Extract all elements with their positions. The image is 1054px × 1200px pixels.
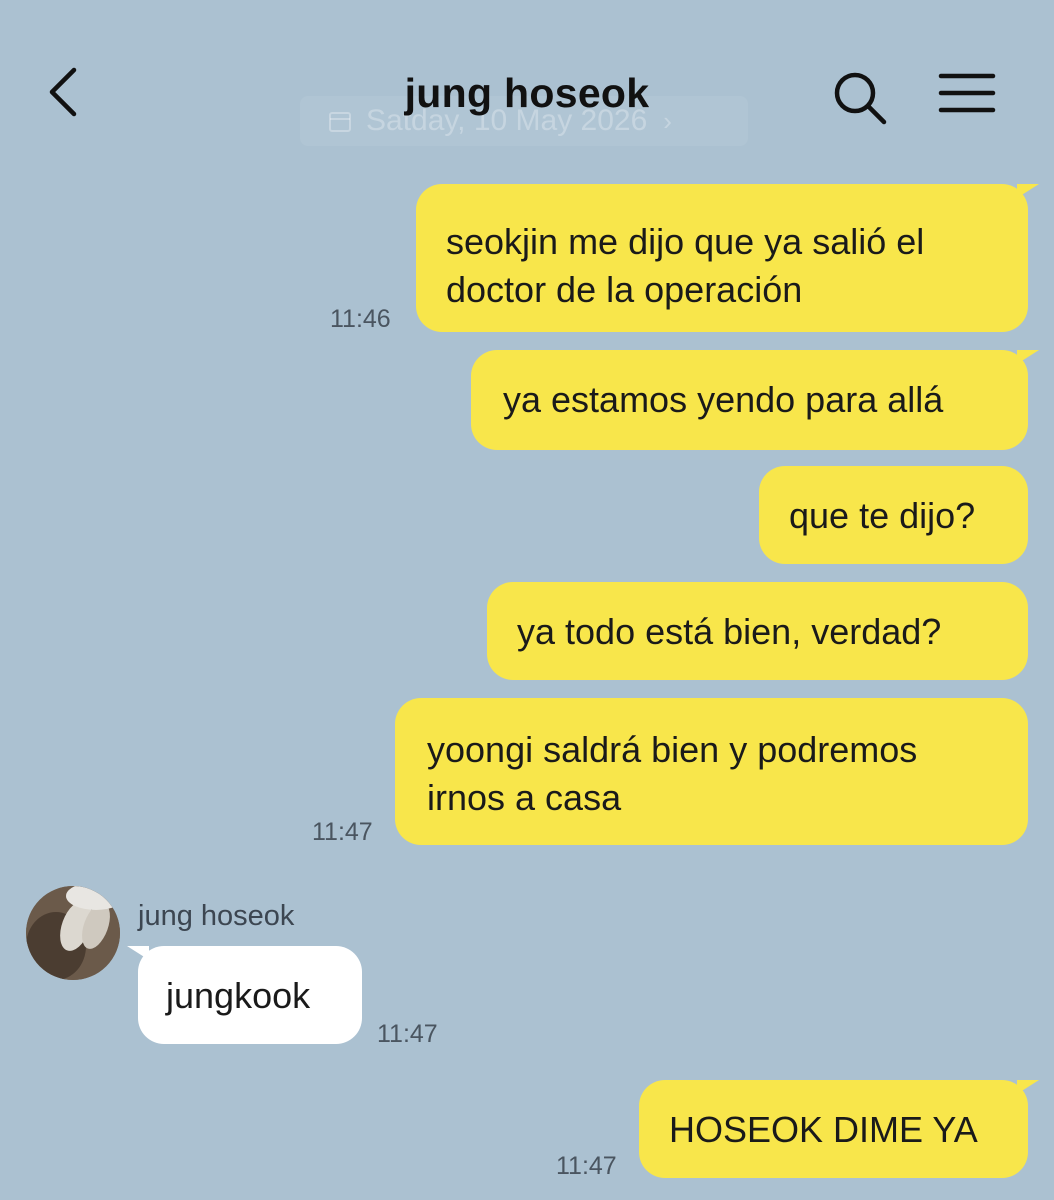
search-icon xyxy=(834,72,887,125)
search-button[interactable] xyxy=(830,68,890,128)
message-text: que te dijo? xyxy=(789,495,976,536)
message-text: seokjin me dijo que ya salió el doctor d… xyxy=(446,221,925,310)
message-text: ya todo está bien, verdad? xyxy=(517,611,942,652)
menu-icon xyxy=(938,73,996,113)
message-text: HOSEOK DIME YA xyxy=(669,1109,978,1150)
outgoing-message-bubble[interactable]: ya estamos yendo para allá xyxy=(471,350,1039,450)
message-text: jungkook xyxy=(166,975,311,1016)
outgoing-message-bubble[interactable]: que te dijo? xyxy=(759,466,1028,564)
avatar[interactable] xyxy=(26,886,120,980)
message-time: 11:47 xyxy=(556,1152,617,1180)
message-text: ya estamos yendo para allá xyxy=(503,379,944,420)
outgoing-message-bubble[interactable]: yoongi saldrá bien y podremos irnos a ca… xyxy=(395,698,1028,845)
outgoing-message-bubble[interactable]: ya todo está bien, verdad? xyxy=(487,582,1028,680)
chat-header: Satday, 10 May 2026 › jung hoseok xyxy=(0,0,1054,170)
message-text: yoongi saldrá bien y podremos irnos a ca… xyxy=(427,729,918,818)
menu-button[interactable] xyxy=(938,72,996,114)
message-time: 11:46 xyxy=(330,305,391,333)
message-time: 11:47 xyxy=(312,818,373,846)
avatar-image xyxy=(26,886,120,980)
incoming-message-bubble[interactable]: jungkook xyxy=(127,946,362,1044)
message-time: 11:47 xyxy=(377,1020,438,1048)
outgoing-message-bubble[interactable]: seokjin me dijo que ya salió el doctor d… xyxy=(416,184,1039,332)
chat-title: jung hoseok xyxy=(404,70,650,116)
outgoing-message-bubble[interactable]: HOSEOK DIME YA xyxy=(639,1080,1039,1178)
sender-name: jung hoseok xyxy=(138,900,295,932)
chat-screen: Satday, 10 May 2026 › jung hoseok seokji… xyxy=(0,0,1054,1200)
